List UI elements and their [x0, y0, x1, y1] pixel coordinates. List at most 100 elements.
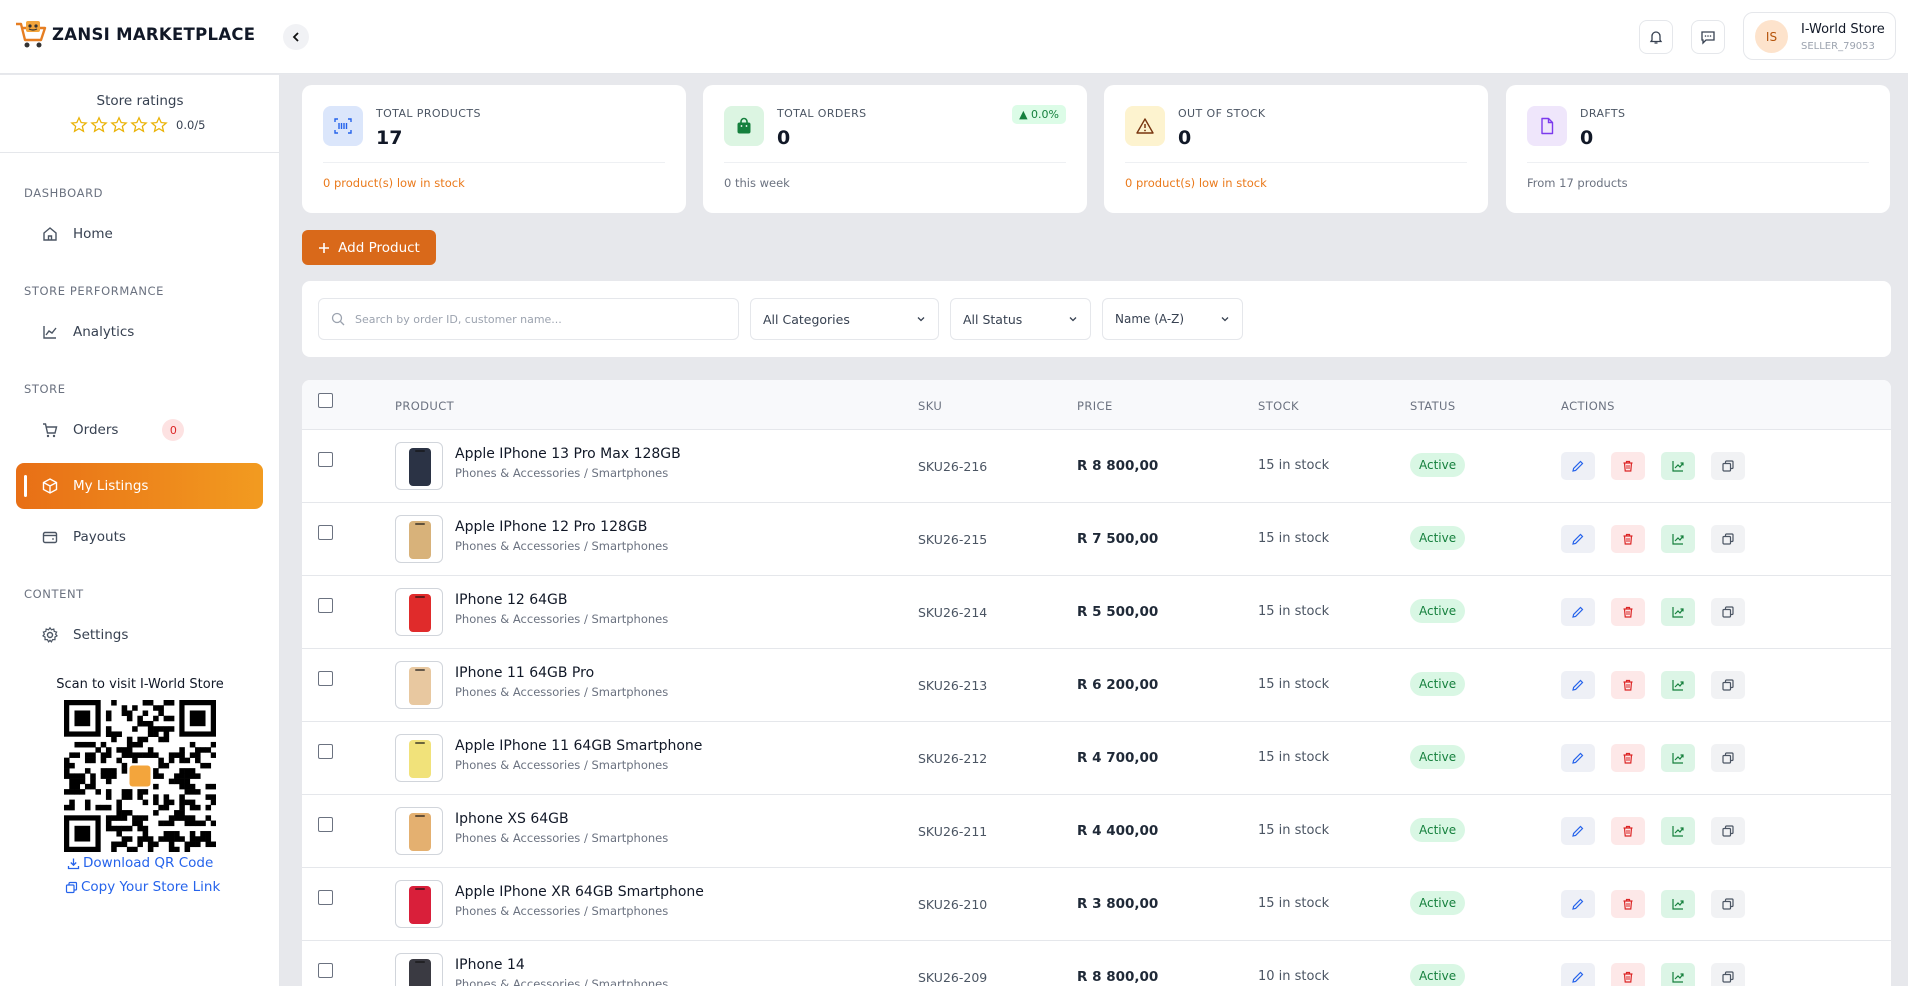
row-checkbox[interactable] — [318, 525, 333, 540]
promote-button[interactable] — [1661, 890, 1695, 918]
delete-button[interactable] — [1611, 452, 1645, 480]
duplicate-button[interactable] — [1711, 963, 1745, 986]
duplicate-icon — [1722, 971, 1734, 983]
duplicate-button[interactable] — [1711, 525, 1745, 553]
product-sku: SKU26-216 — [918, 459, 988, 474]
row-checkbox[interactable] — [318, 963, 333, 978]
edit-button[interactable] — [1561, 744, 1595, 772]
product-category: Phones & Accessories / Smartphones — [455, 831, 669, 845]
sidebar-item-orders[interactable]: Orders 0 — [16, 407, 263, 453]
table-row[interactable]: IPhone 14 Phones & Accessories / Smartph… — [302, 941, 1891, 986]
duplicate-button[interactable] — [1711, 671, 1745, 699]
rating-stars: 0.0/5 — [70, 116, 205, 134]
table-row[interactable]: Apple IPhone 12 Pro 128GB Phones & Acces… — [302, 503, 1891, 576]
product-thumbnail — [395, 661, 443, 709]
shopping-bag-icon — [724, 106, 764, 146]
sort-select[interactable]: Name (A-Z) — [1102, 298, 1243, 340]
rating-value: 0.0/5 — [176, 118, 206, 132]
product-name[interactable]: IPhone 12 64GB — [455, 592, 567, 608]
edit-button[interactable] — [1561, 963, 1595, 986]
sidebar-item-analytics[interactable]: Analytics — [16, 309, 263, 355]
sidebar-item-home[interactable]: Home — [16, 211, 263, 257]
edit-button[interactable] — [1561, 890, 1595, 918]
delete-button[interactable] — [1611, 598, 1645, 626]
select-all-checkbox[interactable] — [318, 393, 333, 408]
stat-footer: 0 product(s) low in stock — [1125, 176, 1267, 190]
duplicate-button[interactable] — [1711, 598, 1745, 626]
delete-button[interactable] — [1611, 671, 1645, 699]
row-checkbox[interactable] — [318, 598, 333, 613]
pencil-icon — [1572, 898, 1584, 910]
delete-button[interactable] — [1611, 744, 1645, 772]
edit-button[interactable] — [1561, 598, 1595, 626]
promote-button[interactable] — [1661, 817, 1695, 845]
collapse-sidebar-button[interactable] — [283, 24, 309, 50]
promote-button[interactable] — [1661, 963, 1695, 986]
row-checkbox[interactable] — [318, 452, 333, 467]
document-icon — [1527, 106, 1567, 146]
duplicate-button[interactable] — [1711, 744, 1745, 772]
product-name[interactable]: Apple IPhone XR 64GB Smartphone — [455, 884, 704, 900]
product-name[interactable]: Apple IPhone 11 64GB Smartphone — [455, 738, 702, 754]
delete-button[interactable] — [1611, 817, 1645, 845]
product-name[interactable]: Iphone XS 64GB — [455, 811, 569, 827]
sidebar-item-payouts[interactable]: Payouts — [16, 514, 263, 560]
delete-button[interactable] — [1611, 890, 1645, 918]
duplicate-button[interactable] — [1711, 452, 1745, 480]
status-select[interactable]: All Status — [950, 298, 1091, 340]
phone-image — [409, 667, 431, 705]
sidebar-item-label: Orders — [73, 422, 119, 438]
row-checkbox[interactable] — [318, 744, 333, 759]
row-checkbox[interactable] — [318, 890, 333, 905]
promote-button[interactable] — [1661, 671, 1695, 699]
edit-button[interactable] — [1561, 525, 1595, 553]
trending-up-icon — [1672, 753, 1684, 764]
promote-button[interactable] — [1661, 525, 1695, 553]
chart-line-icon — [41, 323, 59, 341]
status-badge: Active — [1410, 526, 1466, 550]
edit-button[interactable] — [1561, 671, 1595, 699]
product-name[interactable]: Apple IPhone 13 Pro Max 128GB — [455, 446, 681, 462]
download-qr-link[interactable]: Download QR Code — [67, 855, 213, 871]
messages-button[interactable] — [1691, 20, 1725, 54]
row-checkbox[interactable] — [318, 671, 333, 686]
column-status: STATUS — [1410, 399, 1456, 413]
table-row[interactable]: Iphone XS 64GB Phones & Accessories / Sm… — [302, 795, 1891, 868]
brand-logo[interactable]: ZANSI MARKETPLACE — [14, 18, 255, 50]
product-table: PRODUCT SKU PRICE STOCK STATUS ACTIONS A… — [302, 380, 1891, 986]
table-row[interactable]: IPhone 12 64GB Phones & Accessories / Sm… — [302, 576, 1891, 649]
sidebar-item-settings[interactable]: Settings — [16, 612, 263, 658]
duplicate-button[interactable] — [1711, 817, 1745, 845]
product-name[interactable]: IPhone 11 64GB Pro — [455, 665, 594, 681]
table-row[interactable]: IPhone 11 64GB Pro Phones & Accessories … — [302, 649, 1891, 722]
duplicate-button[interactable] — [1711, 890, 1745, 918]
ratings-title: Store ratings — [96, 93, 184, 109]
table-row[interactable]: Apple IPhone 13 Pro Max 128GB Phones & A… — [302, 430, 1891, 503]
trash-icon — [1623, 825, 1633, 837]
product-sku: SKU26-211 — [918, 824, 988, 839]
promote-button[interactable] — [1661, 598, 1695, 626]
add-product-button[interactable]: Add Product — [302, 230, 436, 265]
delete-button[interactable] — [1611, 963, 1645, 986]
product-stock: 15 in stock — [1258, 458, 1330, 473]
category-select[interactable]: All Categories — [750, 298, 939, 340]
promote-button[interactable] — [1661, 744, 1695, 772]
copy-store-link[interactable]: Copy Your Store Link — [65, 879, 220, 895]
duplicate-icon — [1722, 533, 1734, 545]
brand-name: ZANSI MARKETPLACE — [52, 24, 256, 44]
stat-label: TOTAL ORDERS — [777, 107, 867, 120]
notifications-button[interactable] — [1639, 20, 1673, 54]
search-icon — [331, 312, 345, 326]
sidebar-item-my-listings[interactable]: My Listings — [16, 463, 263, 509]
promote-button[interactable] — [1661, 452, 1695, 480]
edit-button[interactable] — [1561, 817, 1595, 845]
edit-button[interactable] — [1561, 452, 1595, 480]
user-menu[interactable]: IS I-World Store SELLER_79053 — [1743, 12, 1896, 60]
table-row[interactable]: Apple IPhone XR 64GB Smartphone Phones &… — [302, 868, 1891, 941]
product-name[interactable]: IPhone 14 — [455, 957, 525, 973]
row-checkbox[interactable] — [318, 817, 333, 832]
delete-button[interactable] — [1611, 525, 1645, 553]
search-input[interactable]: Search by order ID, customer name... — [318, 298, 739, 340]
table-row[interactable]: Apple IPhone 11 64GB Smartphone Phones &… — [302, 722, 1891, 795]
product-name[interactable]: Apple IPhone 12 Pro 128GB — [455, 519, 647, 535]
